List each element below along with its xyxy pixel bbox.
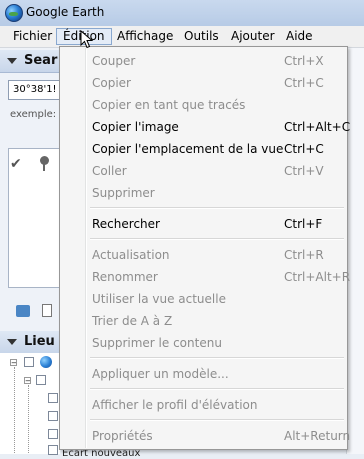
menu-item[interactable]: Supprimer le contenu — [62, 332, 345, 354]
tree-line — [14, 367, 15, 453]
places-panel-title: Lieu — [24, 334, 55, 349]
tree-expander-icon[interactable]: − — [24, 377, 31, 385]
menu-item-shortcut: Ctrl+Alt+C — [284, 120, 351, 134]
menu-item-label: Actualisation — [92, 248, 170, 262]
search-input[interactable]: 30°38'1! — [8, 80, 60, 100]
menu-item[interactable]: Rechercher Ctrl+F — [62, 213, 345, 235]
menu-item[interactable]: Couper Ctrl+X — [62, 50, 345, 72]
menu-item-label: Utiliser la vue actuelle — [92, 292, 226, 306]
menu-item-label: Copier — [92, 76, 131, 90]
menu-item-shortcut: Ctrl+R — [284, 248, 324, 262]
google-earth-icon — [5, 4, 23, 22]
menu-outils[interactable]: Outils — [178, 28, 225, 45]
globe-icon — [40, 356, 52, 368]
menu-item-shortcut: Ctrl+X — [284, 54, 324, 68]
example-label: exemple: — [10, 109, 57, 120]
tree-checkbox[interactable] — [48, 393, 58, 403]
menu-item-label: Rechercher — [92, 217, 160, 231]
menu-item[interactable]: Trier de A à Z — [62, 310, 345, 332]
menu-item[interactable]: Renommer Ctrl+Alt+R — [62, 266, 350, 288]
tree-checkbox[interactable] — [24, 357, 34, 367]
collapse-triangle-icon[interactable] — [7, 58, 17, 64]
menu-item[interactable]: Copier l'image Ctrl+Alt+C — [62, 116, 350, 138]
menu-separator — [90, 357, 344, 359]
places-panel-header[interactable]: Lieu — [0, 331, 60, 354]
menu-item[interactable]: Copier l'emplacement de la vue Ctrl+C — [62, 138, 345, 160]
menu-item-label: Couper — [92, 54, 136, 68]
menu-separator — [90, 207, 344, 209]
collapse-triangle-icon[interactable] — [7, 339, 17, 345]
menu-item-label: Afficher le profil d'élévation — [92, 398, 258, 412]
menu-item-label: Appliquer un modèle... — [92, 367, 229, 381]
menu-item-label: Copier en tant que tracés — [92, 98, 246, 112]
menu-item[interactable]: Copier en tant que tracés — [62, 94, 345, 116]
menu-item[interactable]: Coller Ctrl+V — [62, 160, 345, 182]
menu-separator — [90, 238, 344, 240]
checkmark-icon[interactable]: ✔ — [10, 156, 22, 172]
search-panel-title: Sear — [24, 53, 58, 68]
edit-menu-dropdown: Couper Ctrl+X Copier Ctrl+C Copier en tant q… — [59, 46, 350, 450]
menu-item[interactable]: Appliquer un modèle... — [62, 363, 345, 385]
document-icon[interactable] — [42, 304, 52, 317]
menu-separator — [90, 419, 344, 421]
folder-download-icon[interactable] — [16, 305, 30, 317]
menu-bar: Fichier Édition Affichage Outils Ajouter… — [0, 26, 364, 48]
menu-item-label: Copier l'emplacement de la vue — [92, 142, 284, 156]
tree-checkbox[interactable] — [48, 411, 58, 421]
mouse-cursor-icon — [80, 30, 94, 49]
placemark-pin-icon[interactable] — [40, 156, 49, 171]
menu-item-label: Copier l'image — [92, 120, 179, 134]
menu-item-shortcut: Alt+Return — [284, 429, 351, 443]
menu-item-label: Supprimer le contenu — [92, 336, 222, 350]
tree-checkbox[interactable] — [36, 375, 46, 385]
right-panel-edge — [346, 48, 364, 454]
menu-item-label: Trier de A à Z — [92, 314, 173, 328]
menu-item-label: Supprimer — [92, 186, 155, 200]
tree-checkbox[interactable] — [48, 429, 58, 439]
menu-item[interactable]: Afficher le profil d'élévation — [62, 394, 345, 416]
menu-item[interactable]: Copier Ctrl+C — [62, 72, 345, 94]
menu-item-shortcut: Ctrl+C — [284, 76, 324, 90]
menu-affichage[interactable]: Affichage — [111, 28, 179, 45]
menu-aide[interactable]: Aide — [280, 28, 319, 45]
menu-separator — [90, 388, 344, 390]
menu-item-label: Propriétés — [92, 429, 153, 443]
tree-expander-icon[interactable]: − — [10, 359, 17, 367]
menu-item-shortcut: Ctrl+C — [284, 142, 324, 156]
window-title: Google Earth — [26, 5, 105, 19]
menu-item[interactable]: Propriétés Alt+Return — [62, 425, 350, 447]
title-bar: Google Earth — [0, 0, 364, 27]
menu-item-shortcut: Ctrl+F — [284, 217, 323, 231]
menu-item-label: Coller — [92, 164, 127, 178]
menu-item[interactable]: Utiliser la vue actuelle — [62, 288, 345, 310]
menu-item-shortcut: Ctrl+V — [284, 164, 324, 178]
menu-fichier[interactable]: Fichier — [7, 28, 58, 45]
menu-item-label: Renommer — [92, 270, 158, 284]
places-tree: − − — [0, 353, 60, 455]
search-panel-header[interactable]: Sear — [0, 50, 60, 73]
menu-item-shortcut: Ctrl+Alt+R — [284, 270, 351, 284]
tree-line — [28, 385, 29, 453]
menu-item[interactable]: Actualisation Ctrl+R — [62, 244, 345, 266]
menu-item[interactable]: Supprimer — [62, 182, 345, 204]
menu-ajouter[interactable]: Ajouter — [225, 28, 281, 45]
